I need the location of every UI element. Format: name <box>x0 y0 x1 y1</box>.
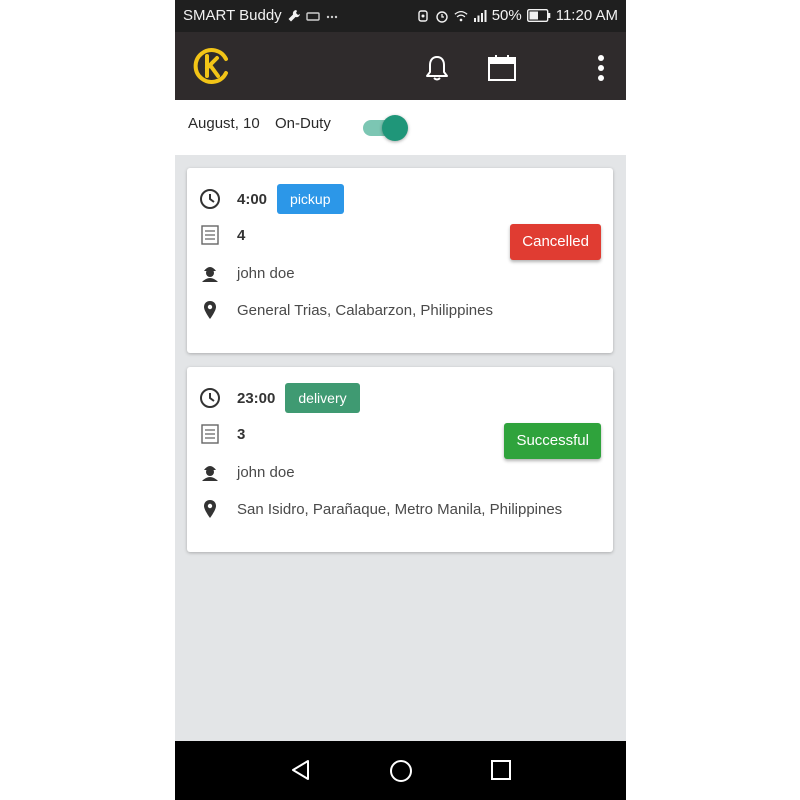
order-address-row: San Isidro, Parañaque, Metro Manila, Phi… <box>199 498 562 520</box>
order-address-row: General Trias, Calabarzon, Philippines <box>199 299 493 321</box>
location-pin-icon <box>204 500 216 518</box>
duty-status-label: On-Duty <box>275 115 331 132</box>
toggle-knob[interactable] <box>382 115 408 141</box>
recent-apps-icon[interactable] <box>490 759 512 781</box>
order-customer-name: john doe <box>237 264 295 282</box>
list-icon <box>201 225 219 245</box>
alarm-icon <box>436 10 448 23</box>
order-type-badge: pickup <box>277 184 344 214</box>
duty-bar: August, 10 On-Duty <box>175 100 626 155</box>
bell-icon[interactable] <box>423 54 451 82</box>
location-pin-icon <box>204 301 216 319</box>
order-customer-row: john doe <box>199 461 295 483</box>
home-icon[interactable] <box>388 758 414 784</box>
phone-screen: SMART Buddy 50% 11:20 AM August, 10 On-D… <box>175 0 626 800</box>
order-status-button[interactable]: Successful <box>504 423 601 459</box>
order-item-count: 4 <box>237 226 246 244</box>
order-items-row: 3 <box>199 423 245 445</box>
driver-icon <box>202 466 218 481</box>
list-icon <box>201 424 219 444</box>
order-time: 4:00 <box>237 190 268 208</box>
order-type-badge: delivery <box>285 383 360 413</box>
battery-percent: 50% <box>491 7 522 24</box>
clock-icon <box>200 388 220 408</box>
order-card[interactable]: 4:00 pickup 4 john doe General Trias, Ca… <box>187 168 613 353</box>
order-address: San Isidro, Parañaque, Metro Manila, Phi… <box>237 500 563 518</box>
more-dots-icon <box>326 15 337 18</box>
order-item-count: 3 <box>237 425 246 443</box>
overflow-menu-icon[interactable] <box>595 54 607 82</box>
order-customer-name: john doe <box>237 463 295 481</box>
app-logo-icon[interactable] <box>193 47 231 85</box>
notification-icon <box>305 11 320 21</box>
order-card[interactable]: 23:00 delivery 3 john doe San Isidro, Pa… <box>187 367 613 552</box>
order-status-button[interactable]: Cancelled <box>510 224 601 260</box>
navigation-bar <box>175 741 626 800</box>
clock-icon <box>200 189 220 209</box>
order-address: General Trias, Calabarzon, Philippines <box>237 301 493 319</box>
order-time-row: 4:00 pickup <box>199 184 344 214</box>
order-time-row: 23:00 delivery <box>199 383 360 413</box>
wifi-icon <box>454 10 468 21</box>
order-time: 23:00 <box>237 389 276 407</box>
signal-icon <box>473 9 487 22</box>
battery-icon <box>526 9 551 22</box>
order-customer-row: john doe <box>199 262 295 284</box>
status-time: 11:20 AM <box>555 7 618 24</box>
back-icon[interactable] <box>289 758 313 782</box>
driver-icon <box>202 267 218 282</box>
wrench-icon <box>288 9 300 21</box>
order-items-row: 4 <box>199 224 245 246</box>
carrier-name: SMART Buddy <box>183 7 282 24</box>
status-bar: SMART Buddy 50% 11:20 AM <box>175 0 626 32</box>
sync-icon <box>418 9 428 22</box>
duty-date: August, 10 <box>188 115 260 132</box>
calendar-icon[interactable] <box>487 54 517 82</box>
app-bar <box>175 32 626 100</box>
